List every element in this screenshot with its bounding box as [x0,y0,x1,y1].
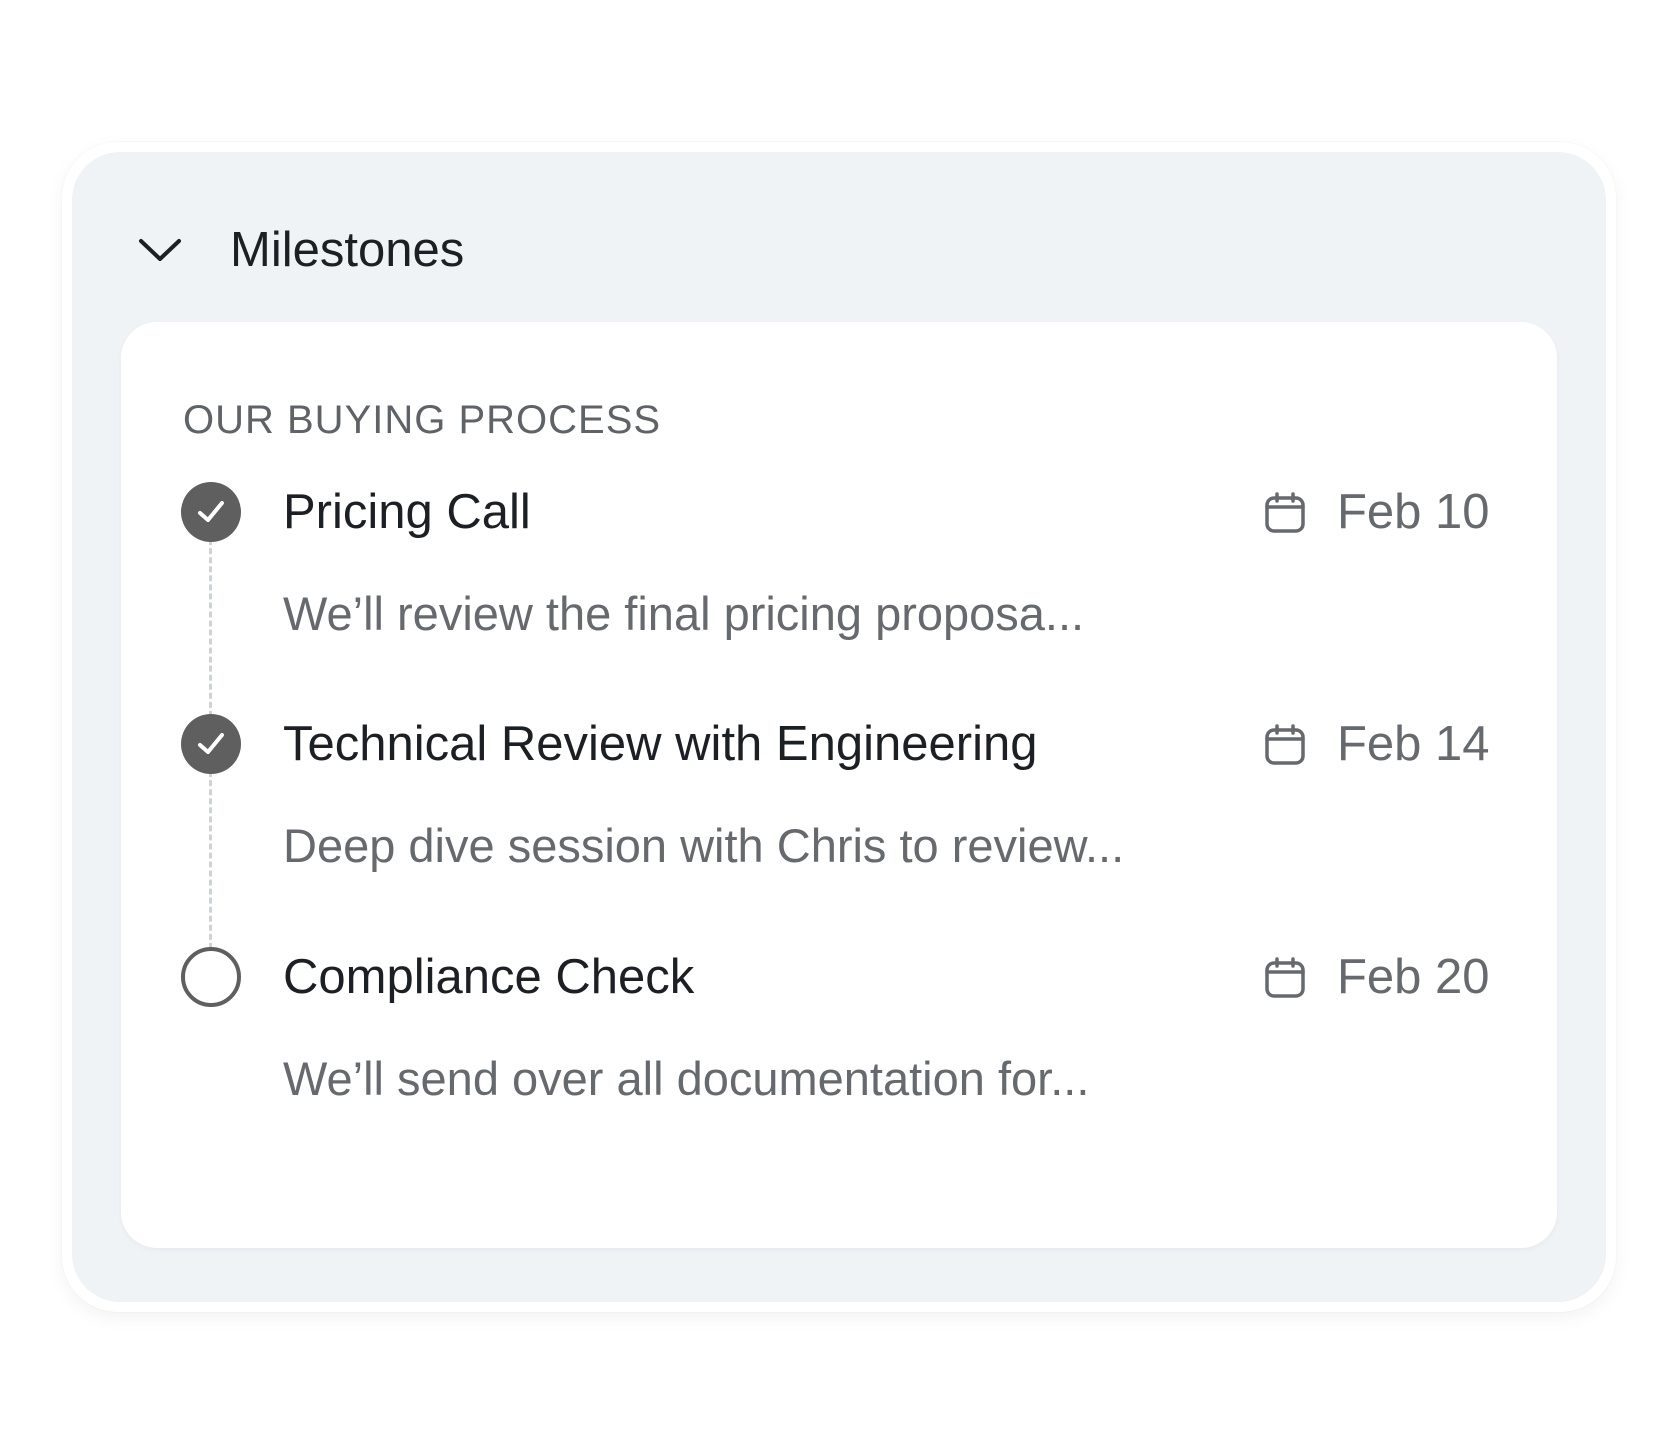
check-circle-icon[interactable] [181,482,241,542]
milestone-item[interactable]: Pricing Call We’ll review the final pric… [121,482,1557,692]
milestone-description: We’ll send over all documentation for... [283,1052,1090,1105]
panel-header[interactable]: Milestones [72,152,1606,322]
section-label: OUR BUYING PROCESS [183,398,662,442]
empty-circle-icon[interactable] [181,947,241,1007]
milestone-date: Feb 10 [1337,485,1490,539]
milestone-title: Compliance Check [283,950,695,1004]
calendar-icon [1262,955,1308,1001]
milestone-title: Pricing Call [283,485,531,539]
milestone-item[interactable]: Compliance Check We’ll send over all doc… [121,947,1557,1157]
milestone-item[interactable]: Technical Review with Engineering Deep d… [121,714,1557,924]
calendar-icon [1262,490,1308,536]
chevron-down-icon[interactable] [134,224,186,276]
milestone-date: Feb 20 [1337,950,1490,1004]
panel-title: Milestones [230,223,465,277]
check-circle-icon[interactable] [181,714,241,774]
buying-process-card: OUR BUYING PROCESS Pricing Call We’ll re… [121,322,1557,1248]
milestone-title: Technical Review with Engineering [283,717,1038,771]
milestone-description: Deep dive session with Chris to review..… [283,819,1125,872]
milestone-description: We’ll review the final pricing proposa..… [283,587,1085,640]
milestone-date: Feb 14 [1337,717,1490,771]
calendar-icon [1262,722,1308,768]
